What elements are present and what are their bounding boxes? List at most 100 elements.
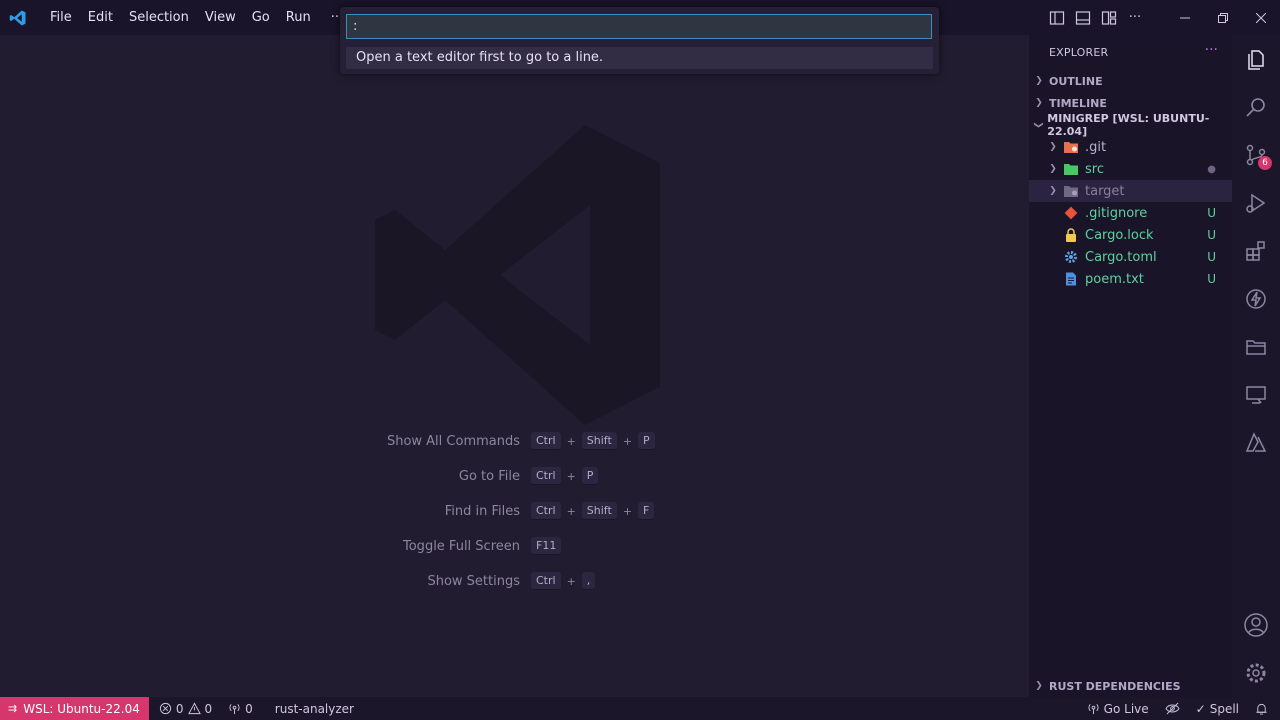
shortcut-label: Go to File	[458, 468, 520, 484]
quick-input-message: Open a text editor first to go to a line…	[346, 47, 933, 69]
shortcut-label: Toggle Full Screen	[403, 538, 520, 554]
activity-bar: 6	[1232, 35, 1280, 697]
explorer-title: EXPLORER	[1049, 46, 1109, 59]
quick-input-box[interactable]	[346, 14, 932, 39]
kbd-key: F11	[531, 537, 562, 555]
tree-item-git[interactable]: ❯ .git	[1029, 136, 1232, 158]
modified-dot-badge: ●	[1207, 163, 1216, 175]
kbd-key: Shift	[581, 502, 617, 520]
plus-sign: +	[622, 504, 633, 518]
menu-edit[interactable]: Edit	[80, 0, 121, 35]
tree-label: .gitignore	[1085, 205, 1148, 221]
shortcut-label: Find in Files	[444, 503, 520, 519]
more-actions-icon[interactable]: ···	[1122, 0, 1148, 35]
shortcut-show-all-commands: Show All Commands Ctrl + Shift + P	[0, 430, 1029, 452]
kbd-key: Ctrl	[531, 467, 561, 485]
section-workspace[interactable]: ❯ MINIGREP [WSL: UBUNTU-22.04]	[1029, 112, 1232, 138]
section-timeline[interactable]: ❯ TIMELINE	[1029, 92, 1232, 114]
section-rust-deps-label: RUST DEPENDENCIES	[1049, 679, 1181, 693]
spell-check-button[interactable]: ✓ Spell	[1188, 697, 1247, 720]
tree-label: Cargo.toml	[1085, 249, 1157, 265]
lightning-icon[interactable]	[1232, 275, 1280, 323]
menu-selection[interactable]: Selection	[121, 0, 197, 35]
tree-item-cargo-lock[interactable]: Cargo.lock U	[1029, 224, 1232, 246]
plus-sign: +	[622, 434, 633, 448]
remote-indicator[interactable]: ⇉ WSL: Ubuntu-22.04	[0, 697, 149, 720]
kbd-key: Ctrl	[531, 432, 561, 450]
tree-label: .git	[1085, 139, 1107, 155]
go-live-label: Go Live	[1103, 701, 1149, 716]
menu-view[interactable]: View	[197, 0, 244, 35]
shortcut-go-to-file: Go to File Ctrl + P	[0, 465, 1029, 487]
warning-count: 0	[204, 701, 213, 716]
extensions-icon[interactable]	[1232, 227, 1280, 275]
untracked-badge: U	[1207, 250, 1216, 264]
tree-item-target[interactable]: ❯ target	[1029, 180, 1232, 202]
search-icon[interactable]	[1232, 83, 1280, 131]
section-rust-dependencies[interactable]: ❯ RUST DEPENDENCIES	[1029, 675, 1232, 697]
go-to-line-input[interactable]	[353, 17, 923, 35]
kbd-key: Ctrl	[531, 572, 561, 590]
remote-explorer-icon[interactable]	[1232, 371, 1280, 419]
menu-file[interactable]: File	[42, 0, 80, 35]
explorer-more-icon[interactable]: ···	[1205, 42, 1218, 58]
go-live-button[interactable]: Go Live	[1079, 697, 1157, 720]
tree-item-src[interactable]: ❯ src ●	[1029, 158, 1232, 180]
tree-item-gitignore[interactable]: .gitignore U	[1029, 202, 1232, 224]
scm-count-badge: 6	[1258, 156, 1272, 170]
ports-indicator[interactable]: 0	[220, 697, 261, 720]
quick-input-widget: Open a text editor first to go to a line…	[340, 7, 939, 74]
section-outline[interactable]: ❯ OUTLINE	[1029, 70, 1232, 92]
git-file-icon	[1063, 205, 1079, 221]
kbd-key: P	[638, 432, 655, 450]
minimize-button[interactable]	[1166, 0, 1204, 35]
plus-sign: +	[566, 434, 576, 448]
toggle-primary-sidebar-icon[interactable]	[1044, 0, 1070, 35]
folder-target-icon	[1063, 183, 1079, 199]
source-control-icon[interactable]: 6	[1232, 131, 1280, 179]
azure-icon[interactable]	[1232, 419, 1280, 467]
tree-label: Cargo.lock	[1085, 227, 1154, 243]
account-icon[interactable]	[1232, 601, 1280, 649]
shortcut-find-in-files: Find in Files Ctrl + Shift + F	[0, 500, 1029, 522]
untracked-badge: U	[1207, 272, 1216, 286]
tree-item-poem-txt[interactable]: poem.txt U	[1029, 268, 1232, 290]
explorer-icon[interactable]	[1232, 35, 1280, 83]
check-icon: ✓	[1195, 701, 1206, 716]
notifications-bell-icon[interactable]	[1247, 697, 1280, 720]
customize-layout-icon[interactable]	[1096, 0, 1122, 35]
section-outline-label: OUTLINE	[1049, 74, 1103, 88]
explorer-sidebar: EXPLORER ··· ❯ OUTLINE ❯ TIMELINE ❯ MINI…	[1029, 35, 1232, 697]
broadcast-icon	[229, 703, 240, 715]
kbd-key: P	[581, 467, 599, 485]
chevron-right-icon: ❯	[1035, 76, 1043, 86]
vscode-logo-icon	[0, 0, 36, 35]
settings-gear-icon[interactable]	[1232, 649, 1280, 697]
tree-item-cargo-toml[interactable]: Cargo.toml U	[1029, 246, 1232, 268]
kbd-key: ,	[581, 572, 596, 590]
chevron-right-icon: ❯	[1049, 164, 1057, 174]
gear-icon	[1063, 249, 1079, 265]
editor-area: Show All Commands Ctrl + Shift + P Go to F…	[0, 35, 1029, 697]
tree-label: poem.txt	[1085, 271, 1144, 287]
run-debug-icon[interactable]	[1232, 179, 1280, 227]
tree-label: target	[1085, 183, 1125, 199]
lock-icon	[1063, 227, 1079, 243]
menu-go[interactable]: Go	[244, 0, 278, 35]
folder-git-icon	[1063, 139, 1079, 155]
section-timeline-label: TIMELINE	[1049, 96, 1107, 110]
folder-icon[interactable]	[1232, 323, 1280, 371]
chevron-right-icon: ❯	[1049, 186, 1057, 196]
rust-analyzer-status[interactable]: rust-analyzer	[267, 697, 362, 720]
error-count: 0	[175, 701, 184, 716]
close-button[interactable]	[1242, 0, 1280, 35]
folder-src-icon	[1063, 161, 1079, 177]
restore-button[interactable]	[1204, 0, 1242, 35]
text-file-icon	[1063, 271, 1079, 287]
toggle-panel-icon[interactable]	[1070, 0, 1096, 35]
menu-run[interactable]: Run	[278, 0, 319, 35]
chevron-right-icon: ❯	[1049, 142, 1057, 152]
plus-sign: +	[566, 469, 576, 483]
eye-off-icon[interactable]	[1157, 697, 1188, 720]
problems-indicator[interactable]: 0 0	[151, 697, 220, 720]
